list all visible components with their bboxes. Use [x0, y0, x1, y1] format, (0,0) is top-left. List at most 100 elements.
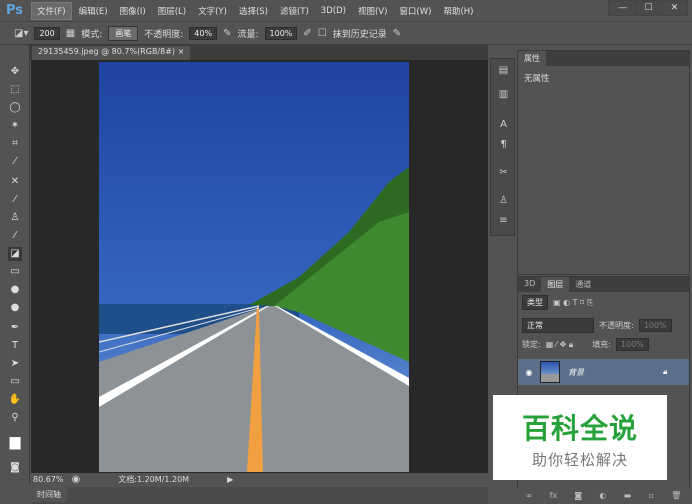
history-brush-icon[interactable]: ⁄	[8, 229, 22, 243]
blur-tool-icon[interactable]: ●	[8, 283, 22, 297]
mode-select[interactable]: 画笔	[108, 25, 139, 41]
pressure-size-icon[interactable]: ✎	[393, 28, 401, 39]
layer-thumbnail	[540, 361, 560, 383]
brush-presets-icon[interactable]: ≡	[497, 215, 510, 226]
type-tool-icon[interactable]: T	[8, 339, 22, 353]
close-tab-icon[interactable]: ×	[178, 47, 185, 56]
fill-input[interactable]: 100%	[615, 338, 649, 351]
menu-3d[interactable]: 3D(D)	[316, 4, 351, 18]
character-panel-icon[interactable]: A	[497, 119, 510, 130]
options-bar: ◪▾ 200 ▦ 模式: 画笔 不透明度: 40% ✎ 流量: 100% ✐ ☐…	[0, 21, 692, 45]
new-layer-icon[interactable]: ▫	[649, 491, 654, 500]
paragraph-panel-icon[interactable]: ¶	[497, 139, 510, 150]
menu-image[interactable]: 图像(I)	[115, 3, 151, 19]
blend-mode-select[interactable]: 正常	[522, 318, 594, 333]
pen-tool-icon[interactable]: ✒	[8, 321, 22, 335]
layer-opacity-input[interactable]: 100%	[638, 319, 672, 332]
document-image[interactable]	[99, 62, 409, 472]
marquee-tool-icon[interactable]: ⬚	[8, 83, 22, 97]
menu-layer[interactable]: 图层(L)	[153, 3, 191, 19]
menu-type[interactable]: 文字(Y)	[193, 3, 232, 19]
mask-icon[interactable]: ◙	[574, 491, 582, 500]
magic-wand-icon[interactable]: ✶	[8, 119, 22, 133]
window-controls: — ☐ ✕	[608, 0, 688, 16]
status-menu-arrow-icon[interactable]: ▶	[227, 475, 233, 484]
gradient-tool-icon[interactable]: ▭	[8, 265, 22, 279]
document-tab[interactable]: 29135459.jpeg @ 80.7%(RGB/8#) ×	[32, 46, 191, 60]
lasso-tool-icon[interactable]: ◯	[8, 101, 22, 115]
tools-panel: ✥ ⬚ ◯ ✶ ⌗ ⁄ ✕ ⁄ ♙ ⁄ ◪ ▭ ● ● ✒ T ➤ ▭ ✋ ⚲ …	[0, 45, 30, 485]
status-info-icon[interactable]: ◉	[72, 474, 81, 485]
crop-tool-icon[interactable]: ⌗	[8, 137, 22, 151]
watermark-subtitle: 助你轻松解决	[531, 451, 628, 469]
actions-panel-icon[interactable]: ▥	[497, 89, 510, 100]
erase-history-checkbox[interactable]: ☐	[318, 28, 327, 39]
quick-mask-icon[interactable]: ◙	[8, 461, 22, 475]
layer-row-background[interactable]: ◉ 背景 🔒︎	[518, 359, 689, 385]
menu-edit[interactable]: 编辑(E)	[74, 3, 113, 19]
history-panel-icon[interactable]: ▤	[497, 65, 510, 76]
opacity-input[interactable]: 40%	[189, 26, 218, 40]
path-select-icon[interactable]: ➤	[8, 357, 22, 371]
menu-select[interactable]: 选择(S)	[234, 3, 273, 19]
tab-channels[interactable]: 通道	[569, 277, 597, 292]
stamp-tool-icon[interactable]: ♙	[8, 211, 22, 225]
ps-logo: Ps	[6, 3, 24, 18]
opacity-label: 不透明度:	[144, 29, 184, 40]
menu-help[interactable]: 帮助(H)	[438, 3, 478, 19]
layer-name: 背景	[568, 367, 584, 377]
dodge-tool-icon[interactable]: ●	[8, 301, 22, 315]
status-bar: 80.67% ◉ 文档:1.20M/1.20M ▶	[31, 473, 488, 486]
brush-size-picker[interactable]: 200	[34, 26, 60, 40]
pressure-opacity-icon[interactable]: ✎	[223, 28, 231, 39]
hand-tool-icon[interactable]: ✋	[8, 393, 22, 407]
link-layers-icon[interactable]: ∞	[526, 491, 533, 500]
zoom-level[interactable]: 80.67%	[33, 475, 64, 484]
zoom-tool-icon[interactable]: ⚲	[8, 411, 22, 425]
brush-panel-icon[interactable]: ▦	[66, 28, 75, 39]
healing-tool-icon[interactable]: ✕	[8, 175, 22, 189]
tab-layers[interactable]: 图层	[541, 277, 570, 292]
visibility-eye-icon[interactable]: ◉	[518, 368, 540, 377]
tool-presets-icon[interactable]: ✂	[497, 167, 510, 178]
eraser-tool-icon[interactable]: ◪	[8, 247, 22, 261]
fx-icon[interactable]: fx	[550, 491, 558, 500]
menu-view[interactable]: 视图(V)	[353, 3, 392, 19]
move-tool-icon[interactable]: ✥	[8, 65, 22, 79]
flow-label: 流量:	[237, 29, 259, 40]
mode-label: 模式:	[81, 29, 103, 40]
maximize-button[interactable]: ☐	[635, 1, 661, 15]
adjustment-icon[interactable]: ◐	[599, 491, 606, 500]
menu-window[interactable]: 窗口(W)	[394, 3, 436, 19]
close-button[interactable]: ✕	[661, 1, 687, 15]
timeline-panel: 时间轴	[31, 487, 488, 504]
group-icon[interactable]: ▬	[624, 491, 632, 500]
watermark-title: 百科全说	[521, 412, 638, 445]
menu-bar: Ps 文件(F) 编辑(E) 图像(I) 图层(L) 文字(Y) 选择(S) 滤…	[0, 0, 692, 21]
eyedropper-icon[interactable]: ⁄	[8, 155, 22, 169]
document-tab-title: 29135459.jpeg @ 80.7%(RGB/8#)	[38, 47, 176, 56]
lock-icons[interactable]: ▦ ⁄ ✥ 🔒︎	[546, 340, 573, 350]
tab-3d[interactable]: 3D	[518, 277, 541, 292]
timeline-tab[interactable]: 时间轴	[31, 487, 67, 502]
properties-panel: 属性 无属性	[517, 50, 690, 275]
flow-input[interactable]: 100%	[264, 26, 298, 40]
eraser-icon[interactable]: ◪▾	[14, 28, 28, 39]
delete-layer-icon[interactable]: 🗑︎	[671, 491, 681, 500]
menu-file[interactable]: 文件(F)	[31, 1, 72, 20]
layer-filter-select[interactable]: 类型	[522, 295, 548, 310]
brush-tool-icon[interactable]: ⁄	[8, 193, 22, 207]
erase-history-label: 抹到历史记录	[332, 29, 387, 40]
filter-icons[interactable]: ▣ ◐ T ⌑ ⎘	[553, 298, 593, 308]
menu-filter[interactable]: 滤镜(T)	[275, 3, 314, 19]
properties-content: 无属性	[524, 74, 550, 84]
minimize-button[interactable]: —	[609, 1, 635, 15]
document-size: 文档:1.20M/1.20M	[118, 475, 190, 484]
color-swatches-icon[interactable]: ▆	[8, 435, 22, 449]
clone-source-icon[interactable]: ♙	[497, 195, 510, 206]
layer-lock-icon: 🔒︎	[662, 367, 667, 376]
lock-label: 锁定:	[522, 340, 541, 349]
shape-tool-icon[interactable]: ▭	[8, 375, 22, 389]
properties-tab[interactable]: 属性	[518, 51, 546, 66]
airbrush-icon[interactable]: ✐	[303, 28, 311, 39]
